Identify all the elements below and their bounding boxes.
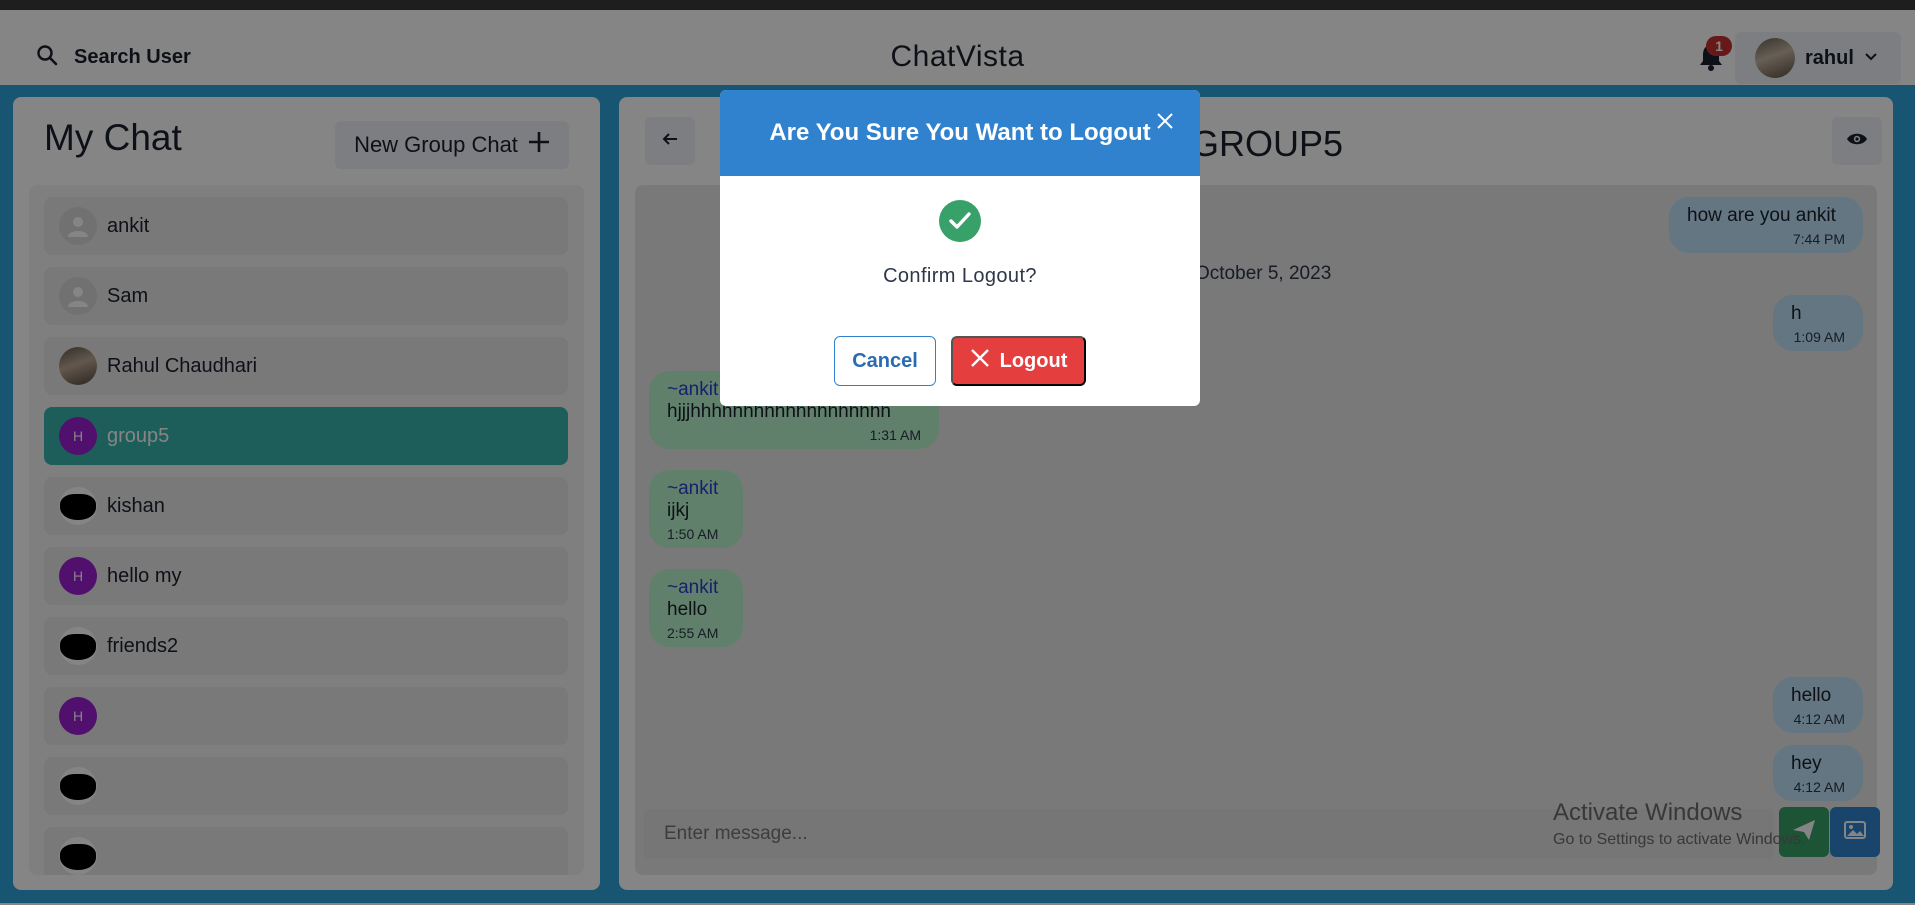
check-circle-icon <box>939 200 981 242</box>
logout-modal: Are You Sure You Want to Logout Confirm … <box>720 90 1200 406</box>
confirm-message: Confirm Logout? <box>883 265 1037 287</box>
logout-label: Logout <box>999 349 1068 372</box>
logout-button[interactable]: Logout <box>951 336 1086 386</box>
close-button[interactable] <box>1152 110 1178 136</box>
cancel-button[interactable]: Cancel <box>834 336 936 386</box>
modal-title: Are You Sure You Want to Logout <box>720 90 1200 176</box>
close-icon <box>970 348 990 374</box>
close-icon <box>1156 112 1174 135</box>
